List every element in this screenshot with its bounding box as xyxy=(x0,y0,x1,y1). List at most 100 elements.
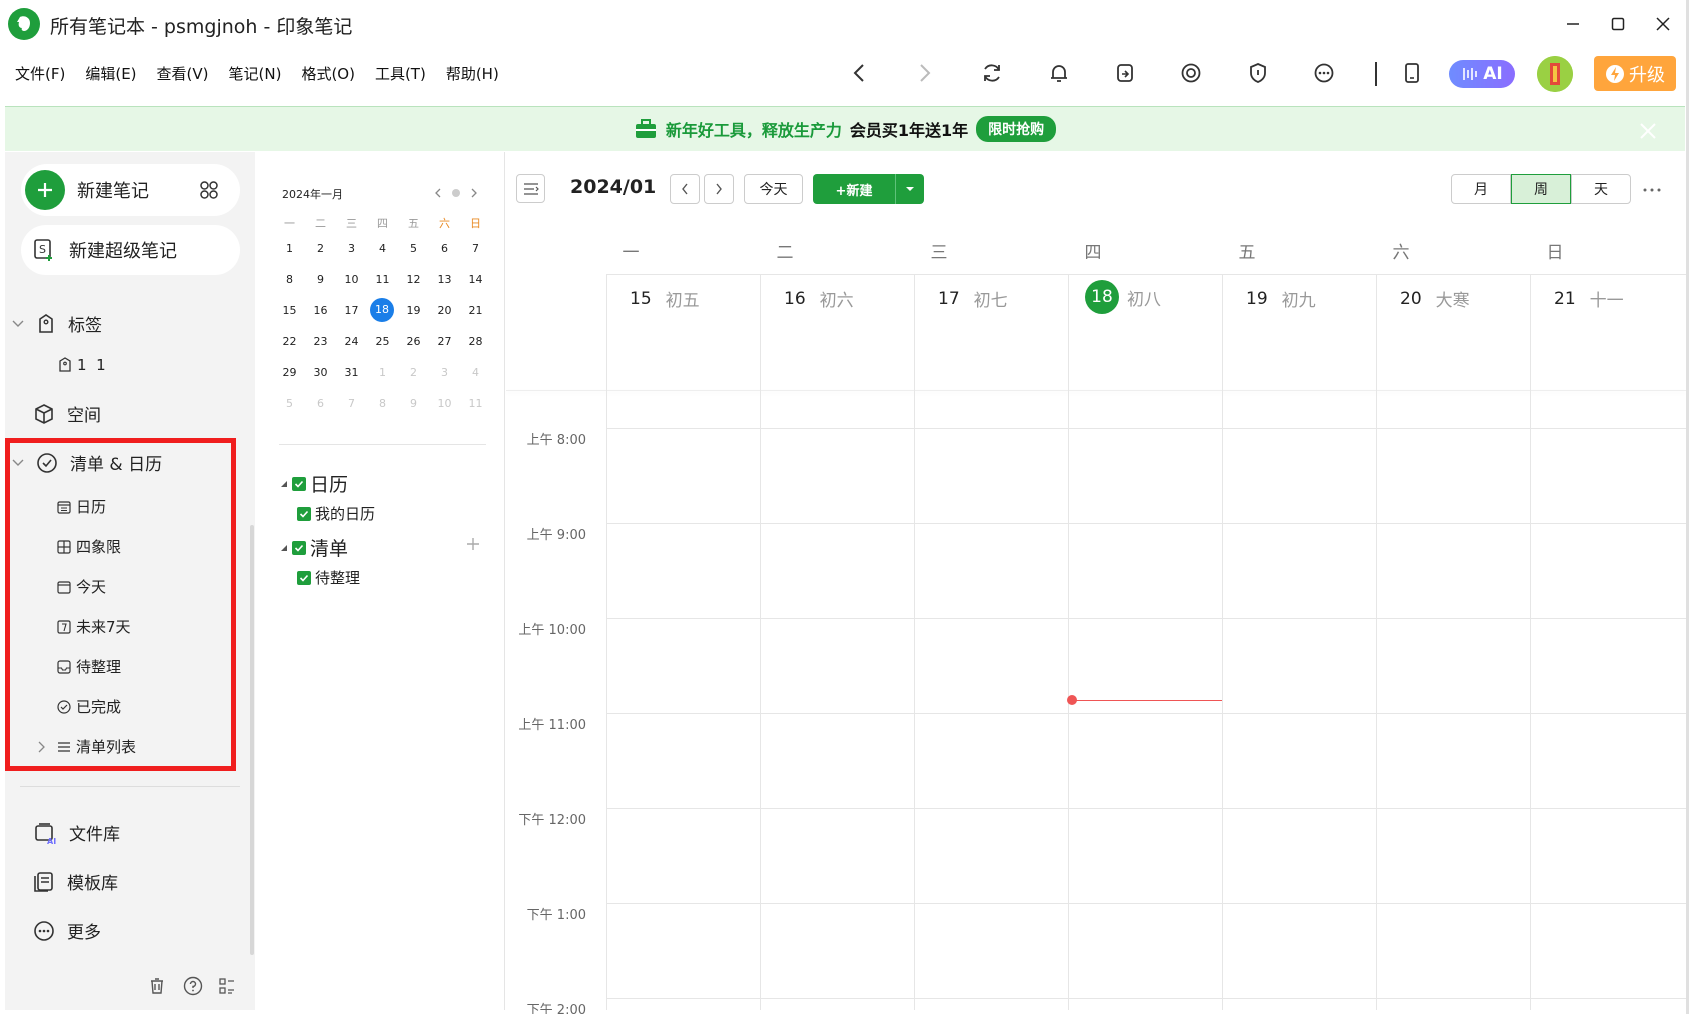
toggle-panel-icon[interactable] xyxy=(516,174,545,203)
mini-day[interactable]: 25 xyxy=(367,335,398,348)
checkbox-checked-icon[interactable] xyxy=(297,506,311,521)
add-list-icon[interactable] xyxy=(465,536,481,552)
mini-day[interactable]: 31 xyxy=(336,366,367,379)
mini-day[interactable]: 1 xyxy=(274,242,305,255)
sync-icon[interactable] xyxy=(975,56,1009,90)
mini-day-other-month[interactable]: 1 xyxy=(367,366,398,379)
sidebar-item-file-library[interactable]: AI 文件库 xyxy=(33,820,120,845)
shield-icon[interactable] xyxy=(1241,56,1275,90)
mini-day-today[interactable]: 18 xyxy=(370,298,394,322)
menu-file[interactable]: 文件(F) xyxy=(15,63,65,84)
avatar[interactable] xyxy=(1537,56,1573,92)
mini-day[interactable]: 26 xyxy=(398,335,429,348)
calendar-group[interactable]: 日历 xyxy=(280,470,348,497)
day-cell-header[interactable]: 17 初七 xyxy=(938,286,1008,312)
mini-prev-icon[interactable] xyxy=(432,186,444,200)
day-cell-header[interactable]: 16 初六 xyxy=(784,286,854,312)
mini-day[interactable]: 6 xyxy=(429,242,460,255)
close-icon[interactable] xyxy=(1649,10,1677,38)
view-month-button[interactable]: 月 xyxy=(1451,174,1511,204)
mini-day[interactable]: 4 xyxy=(367,242,398,255)
mini-day-other-month[interactable]: 7 xyxy=(336,397,367,410)
menu-view[interactable]: 查看(V) xyxy=(157,63,209,84)
day-cell-header[interactable]: 20 大寒 xyxy=(1400,286,1470,312)
mini-day[interactable]: 11 xyxy=(367,273,398,286)
view-day-button[interactable]: 天 xyxy=(1571,174,1631,204)
checkbox-checked-icon[interactable] xyxy=(297,570,311,585)
menu-edit[interactable]: 编辑(E) xyxy=(85,63,136,84)
mini-day-other-month[interactable]: 9 xyxy=(398,397,429,410)
mini-day[interactable]: 27 xyxy=(429,335,460,348)
day-cell-header[interactable]: 21 十一 xyxy=(1554,286,1624,312)
mini-day[interactable]: 17 xyxy=(336,304,367,317)
activity-icon[interactable] xyxy=(1174,56,1208,90)
sidebar-item-template-library[interactable]: 模板库 xyxy=(33,869,118,894)
mini-day[interactable]: 29 xyxy=(274,366,305,379)
caret-down-icon[interactable] xyxy=(280,544,288,552)
new-note-button[interactable]: 新建笔记 xyxy=(21,164,178,216)
view-week-button[interactable]: 周 xyxy=(1511,174,1571,204)
layout-icon[interactable] xyxy=(216,975,238,997)
sidebar-tag-item[interactable]: 1 1 xyxy=(58,356,106,374)
menu-format[interactable]: 格式(O) xyxy=(301,63,355,84)
mini-day-other-month[interactable]: 8 xyxy=(367,397,398,410)
day-cell-header-today[interactable]: 18 初八 xyxy=(1085,280,1161,314)
mini-day[interactable]: 16 xyxy=(305,304,336,317)
more-icon[interactable] xyxy=(1307,56,1341,90)
mini-day[interactable]: 5 xyxy=(398,242,429,255)
mini-day[interactable]: 24 xyxy=(336,335,367,348)
mini-day[interactable]: 15 xyxy=(274,304,305,317)
today-button[interactable]: 今天 xyxy=(744,174,803,204)
calendar-item-my-calendar[interactable]: 我的日历 xyxy=(297,503,375,524)
mini-day-other-month[interactable]: 3 xyxy=(429,366,460,379)
checkbox-checked-icon[interactable] xyxy=(292,476,306,491)
mini-day-other-month[interactable]: 6 xyxy=(305,397,336,410)
day-cell-header[interactable]: 15 初五 xyxy=(630,286,700,312)
day-cell-header[interactable]: 19 初九 xyxy=(1246,286,1316,312)
help-icon[interactable] xyxy=(182,975,204,997)
back-icon[interactable] xyxy=(842,56,876,90)
trash-icon[interactable] xyxy=(146,975,168,997)
forward-icon[interactable] xyxy=(908,56,942,90)
prev-week-button[interactable] xyxy=(670,174,700,204)
next-week-button[interactable] xyxy=(704,174,734,204)
mini-day-other-month[interactable]: 5 xyxy=(274,397,305,410)
mini-day-other-month[interactable]: 11 xyxy=(460,397,491,410)
mini-day[interactable]: 20 xyxy=(429,304,460,317)
apps-button[interactable] xyxy=(178,164,240,216)
mini-day[interactable]: 19 xyxy=(398,304,429,317)
caret-down-icon[interactable] xyxy=(280,480,288,488)
minimize-icon[interactable] xyxy=(1559,10,1587,38)
new-event-button[interactable]: +新建 xyxy=(813,174,895,204)
more-options-icon[interactable] xyxy=(1640,178,1664,202)
promo-banner[interactable]: 新年好工具，释放生产力 会员买1年送1年 限时抢购 xyxy=(5,106,1685,151)
mini-day[interactable]: 2 xyxy=(305,242,336,255)
mini-day[interactable]: 13 xyxy=(429,273,460,286)
promo-close-icon[interactable] xyxy=(1637,120,1659,142)
mini-day[interactable]: 21 xyxy=(460,304,491,317)
maximize-icon[interactable] xyxy=(1604,10,1632,38)
mobile-icon[interactable] xyxy=(1395,56,1429,90)
share-icon[interactable] xyxy=(1108,56,1142,90)
chevron-down-icon[interactable] xyxy=(12,320,24,328)
mini-next-icon[interactable] xyxy=(468,186,480,200)
menu-help[interactable]: 帮助(H) xyxy=(446,63,499,84)
mini-day[interactable]: 12 xyxy=(398,273,429,286)
new-event-dropdown[interactable] xyxy=(895,174,924,204)
mini-day-other-month[interactable]: 2 xyxy=(398,366,429,379)
menu-tools[interactable]: 工具(T) xyxy=(375,63,426,84)
mini-day[interactable]: 23 xyxy=(305,335,336,348)
new-super-note-button[interactable]: S 新建超级笔记 xyxy=(21,225,240,275)
promo-cta-button[interactable]: 限时抢购 xyxy=(976,116,1057,142)
mini-day[interactable]: 9 xyxy=(305,273,336,286)
menu-note[interactable]: 笔记(N) xyxy=(229,63,282,84)
mini-day[interactable]: 3 xyxy=(336,242,367,255)
list-item-inbox[interactable]: 待整理 xyxy=(297,567,360,588)
sidebar-item-tags[interactable]: 标签 xyxy=(12,311,102,336)
mini-day[interactable]: 30 xyxy=(305,366,336,379)
list-group[interactable]: 清单 xyxy=(280,534,348,561)
mini-day[interactable]: 7 xyxy=(460,242,491,255)
mini-day-other-month[interactable]: 10 xyxy=(429,397,460,410)
mini-day[interactable]: 14 xyxy=(460,273,491,286)
bell-icon[interactable] xyxy=(1042,56,1076,90)
